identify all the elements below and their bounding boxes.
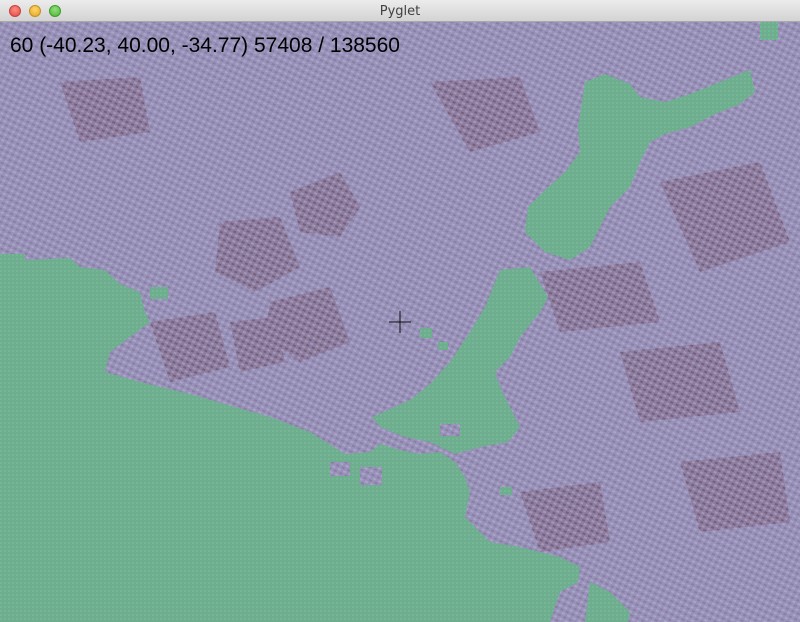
title-bar[interactable]: Pyglet [0, 0, 800, 22]
pyglet-window: Pyglet 60 (-40.23, 40.00, -34.77) 57408 … [0, 0, 800, 622]
fps-coordinates-readout: 60 (-40.23, 40.00, -34.77) 57408 / 13856… [10, 34, 400, 57]
game-viewport[interactable]: 60 (-40.23, 40.00, -34.77) 57408 / 13856… [0, 22, 800, 622]
crosshair-icon [389, 311, 411, 333]
window-title: Pyglet [379, 4, 421, 19]
